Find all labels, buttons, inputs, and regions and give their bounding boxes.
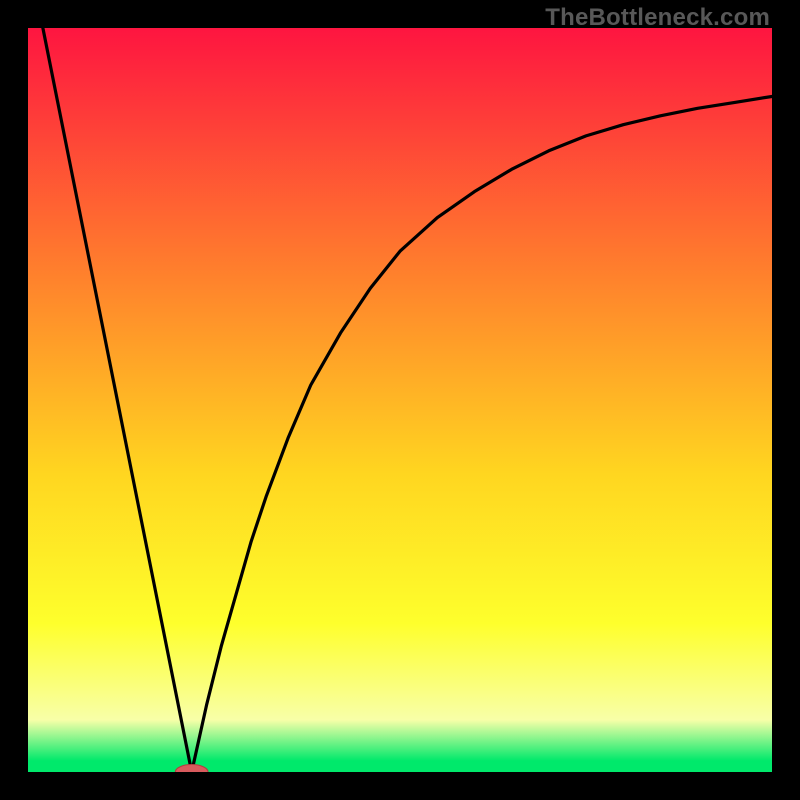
gradient-background — [28, 28, 772, 772]
bottleneck-chart — [28, 28, 772, 772]
chart-frame — [28, 28, 772, 772]
